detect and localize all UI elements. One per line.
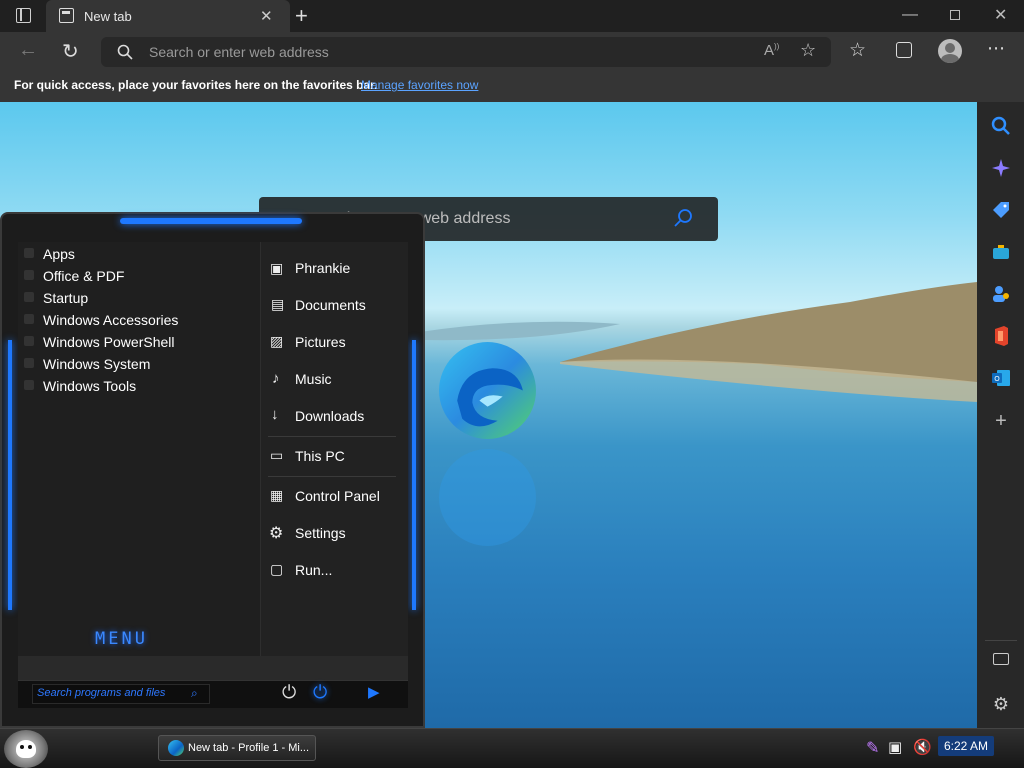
music-icon: ♪ xyxy=(272,370,280,387)
menu-label: MENU xyxy=(95,629,148,649)
downloads-icon: ↓ xyxy=(271,406,279,423)
folder-bullet-icon xyxy=(24,380,34,390)
start-item-windows-tools[interactable]: Windows Tools xyxy=(43,378,136,394)
shutdown-icon[interactable]: ⏻ xyxy=(313,682,327,703)
user-icon: ▣ xyxy=(270,260,284,276)
run-icon: ▢ xyxy=(270,561,284,577)
add-icon[interactable]: + xyxy=(989,410,1013,434)
sidebar-search-icon[interactable] xyxy=(989,114,1013,138)
taskbar-task-label: New tab - Profile 1 - Mi... xyxy=(188,742,310,754)
start-item-windows-accessories[interactable]: Windows Accessories xyxy=(43,312,178,328)
start-place-user[interactable]: Phrankie xyxy=(295,260,350,276)
pictures-icon: ▨ xyxy=(270,333,284,349)
search-icon[interactable] xyxy=(673,208,693,228)
favorites-bar-text: For quick access, place your favorites h… xyxy=(14,78,378,92)
start-menu-top-accent xyxy=(120,218,302,224)
control-panel-icon: ▦ xyxy=(270,487,284,503)
separator xyxy=(268,476,396,477)
documents-icon: ▤ xyxy=(271,296,285,312)
start-item-office-pdf[interactable]: Office & PDF xyxy=(43,268,124,284)
this-pc-icon: ▭ xyxy=(270,447,284,463)
profile-icon[interactable] xyxy=(938,39,962,63)
favorites-bar: For quick access, place your favorites h… xyxy=(0,72,1024,102)
tab-new-tab[interactable]: New tab ✕ xyxy=(46,0,290,32)
start-orb-icon[interactable] xyxy=(4,730,48,768)
start-menu-footer xyxy=(18,656,408,680)
minimize-icon[interactable]: — xyxy=(902,6,918,24)
start-place-settings[interactable]: Settings xyxy=(295,525,346,541)
collections-icon[interactable] xyxy=(896,42,912,58)
start-menu-right-accent xyxy=(412,340,416,610)
address-placeholder: Search or enter web address xyxy=(149,44,329,60)
start-place-control-panel[interactable]: Control Panel xyxy=(295,488,380,504)
taskbar-edge-window[interactable]: New tab - Profile 1 - Mi... xyxy=(158,735,316,761)
sidebar-divider xyxy=(985,640,1017,641)
address-bar[interactable]: Search or enter web address A)) ☆ xyxy=(101,37,831,67)
folder-bullet-icon xyxy=(24,270,34,280)
people-icon[interactable] xyxy=(989,282,1013,306)
search-icon xyxy=(117,44,133,60)
settings-icon[interactable]: ⚙ xyxy=(989,694,1013,718)
folder-bullet-icon xyxy=(24,292,34,302)
feather-icon[interactable]: ✎ xyxy=(866,738,879,758)
outlook-icon[interactable]: O xyxy=(989,366,1013,390)
start-search-placeholder: Search programs and files xyxy=(37,687,166,699)
tab-actions-icon[interactable] xyxy=(16,8,31,23)
edge-logo-reflection xyxy=(437,447,538,548)
edge-icon xyxy=(168,740,184,756)
start-place-documents[interactable]: Documents xyxy=(295,297,366,313)
read-aloud-icon[interactable]: A)) xyxy=(764,42,779,59)
edge-logo-icon xyxy=(437,340,538,441)
refresh-icon[interactable]: ↻ xyxy=(62,39,79,64)
folder-bullet-icon xyxy=(24,358,34,368)
add-favorite-icon[interactable]: ☆ xyxy=(800,40,816,61)
start-menu-left-accent xyxy=(8,340,12,610)
folder-bullet-icon xyxy=(24,248,34,258)
svg-text:O: O xyxy=(994,375,1000,383)
new-tab-button[interactable]: + xyxy=(295,3,308,29)
start-place-music[interactable]: Music xyxy=(295,371,332,387)
start-place-downloads[interactable]: Downloads xyxy=(295,408,364,424)
start-place-run[interactable]: Run... xyxy=(295,562,332,578)
start-item-windows-system[interactable]: Windows System xyxy=(43,356,150,372)
shutdown-options-arrow-icon[interactable]: ▶ xyxy=(368,683,380,701)
start-place-pictures[interactable]: Pictures xyxy=(295,334,346,350)
new-tab-icon xyxy=(59,8,74,23)
favorites-icon[interactable]: ☆ xyxy=(849,39,866,62)
power-icon[interactable]: ⏻ xyxy=(282,682,296,703)
taskbar-clock[interactable]: 6:22 AM xyxy=(938,736,994,756)
folder-bullet-icon xyxy=(24,336,34,346)
network-icon[interactable]: ▣ xyxy=(888,738,902,756)
folder-bullet-icon xyxy=(24,314,34,324)
copilot-icon[interactable] xyxy=(989,156,1013,180)
more-icon[interactable]: ⋯ xyxy=(987,38,1005,59)
separator xyxy=(268,436,396,437)
back-icon[interactable]: ← xyxy=(18,39,38,62)
shopping-tag-icon[interactable] xyxy=(989,198,1013,222)
close-tab-icon[interactable]: ✕ xyxy=(260,7,273,25)
close-icon[interactable]: ✕ xyxy=(994,5,1007,25)
start-place-this-pc[interactable]: This PC xyxy=(295,448,345,464)
start-search-input[interactable]: Search programs and files ⌕ xyxy=(32,684,210,704)
hide-sidebar-icon[interactable] xyxy=(993,653,1009,665)
tools-icon[interactable] xyxy=(989,240,1013,264)
tab-title: New tab xyxy=(84,9,132,24)
start-item-apps[interactable]: Apps xyxy=(43,246,75,262)
manage-favorites-link[interactable]: Manage favorites now xyxy=(361,78,478,92)
volume-muted-icon[interactable]: 🔇 xyxy=(913,738,932,756)
start-item-windows-powershell[interactable]: Windows PowerShell xyxy=(43,334,175,350)
office-icon[interactable] xyxy=(989,324,1013,348)
restore-icon[interactable] xyxy=(950,10,960,20)
search-icon: ⌕ xyxy=(191,686,198,700)
settings-gear-icon: ⚙ xyxy=(269,525,284,542)
start-item-startup[interactable]: Startup xyxy=(43,290,88,306)
